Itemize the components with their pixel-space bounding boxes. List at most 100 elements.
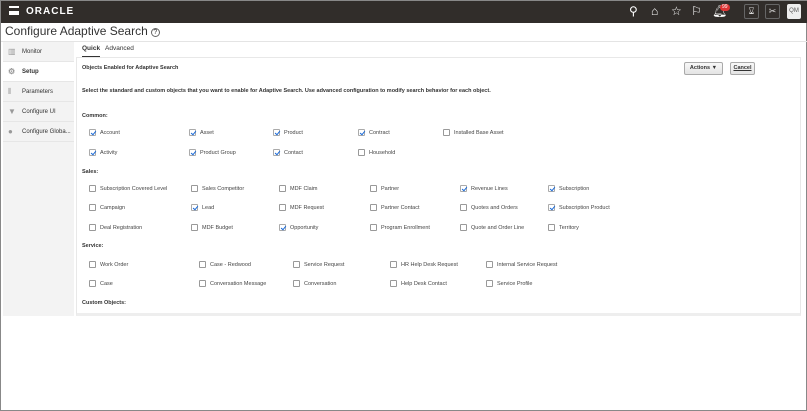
content-panel [76, 57, 801, 316]
checkbox-item[interactable]: MDF Request [279, 204, 324, 211]
checkbox-item[interactable]: Installed Base Asset [443, 129, 504, 136]
checkbox[interactable] [191, 185, 198, 192]
checkbox-item[interactable]: Internal Service Request [486, 261, 557, 268]
checkbox-checked[interactable] [89, 129, 96, 136]
checkbox-item[interactable]: Help Desk Contact [390, 280, 447, 287]
checkbox-item[interactable]: Contract [358, 129, 390, 136]
checkbox-item[interactable]: Product [273, 129, 303, 136]
checkbox-item[interactable]: MDF Claim [279, 185, 318, 192]
cancel-button[interactable]: Cancel [730, 62, 755, 75]
checkbox-item[interactable]: Opportunity [279, 224, 318, 231]
checkbox-label: Product [284, 129, 303, 136]
hourglass-icon[interactable]: ⌛︎ [744, 4, 759, 19]
checkbox-item[interactable]: Revenue Lines [460, 185, 508, 192]
sidebar-item-configure-globa-[interactable]: ● Configure Globa... [3, 122, 74, 142]
checkbox-item[interactable]: Service Profile [486, 280, 532, 287]
checkbox-item[interactable]: Quote and Order Line [460, 224, 524, 231]
checkbox-checked[interactable] [273, 129, 280, 136]
checkbox[interactable] [370, 204, 377, 211]
checkbox-checked[interactable] [89, 149, 96, 156]
help-icon[interactable]: ? [150, 28, 160, 37]
checkbox[interactable] [486, 280, 493, 287]
checkbox-checked[interactable] [358, 129, 365, 136]
checkbox-label: Asset [200, 129, 214, 136]
checkbox[interactable] [199, 280, 206, 287]
hamburger-menu-icon[interactable] [9, 6, 19, 15]
avatar[interactable]: QM [787, 4, 801, 19]
checkbox-item[interactable]: Household [358, 149, 395, 156]
checkbox-item[interactable]: Lead [191, 204, 214, 211]
checkbox[interactable] [460, 224, 467, 231]
checkbox-item[interactable]: Conversation [293, 280, 336, 287]
checkbox-checked[interactable] [189, 129, 196, 136]
checkbox[interactable] [279, 185, 286, 192]
checkbox-item[interactable]: Conversation Message [199, 280, 266, 287]
checkbox-item[interactable]: Case - Redwood [199, 261, 251, 268]
checkbox-label: Product Group [200, 149, 236, 156]
checkbox[interactable] [443, 129, 450, 136]
checkbox-item[interactable]: Campaign [89, 204, 125, 211]
search-icon[interactable]: ⚲ [629, 4, 638, 18]
checkbox-item[interactable]: Program Enrollment [370, 224, 430, 231]
checkbox[interactable] [89, 224, 96, 231]
checkbox-item[interactable]: Case [89, 280, 113, 287]
sidebar-item-setup[interactable]: ⚙ Setup [3, 62, 74, 82]
checkbox-label: Partner [381, 185, 400, 192]
checkbox[interactable] [460, 204, 467, 211]
checkbox-item[interactable]: Sales Competitor [191, 185, 244, 192]
checkbox-item[interactable]: Deal Registration [89, 224, 142, 231]
checkbox-item[interactable]: MDF Budget [191, 224, 233, 231]
actions-button[interactable]: Actions ▼ [684, 62, 723, 75]
checkbox[interactable] [89, 204, 96, 211]
checkbox-item[interactable]: Subscription [548, 185, 589, 192]
checkbox[interactable] [293, 261, 300, 268]
checkbox-checked[interactable] [279, 224, 286, 231]
sidebar-item-monitor[interactable]: ▥ Monitor [3, 42, 74, 62]
checkbox-item[interactable]: Activity [89, 149, 117, 156]
checkbox[interactable] [89, 280, 96, 287]
checkbox[interactable] [279, 204, 286, 211]
checkbox-checked[interactable] [460, 185, 467, 192]
checkbox-label: Program Enrollment [381, 224, 430, 231]
favorites-star-icon[interactable]: ☆ [671, 4, 682, 18]
checkbox[interactable] [89, 185, 96, 192]
flag-icon[interactable]: ⚐ [691, 4, 702, 18]
tools-icon[interactable]: ✂ [765, 4, 780, 19]
checkbox[interactable] [293, 280, 300, 287]
checkbox-item[interactable]: Partner Contact [370, 204, 420, 211]
checkbox-item[interactable]: Contact [273, 149, 303, 156]
checkbox-checked[interactable] [548, 185, 555, 192]
checkbox[interactable] [89, 261, 96, 268]
sidebar-item-parameters[interactable]: ⦀ Parameters [3, 82, 74, 102]
checkbox-label: Work Order [100, 261, 129, 268]
checkbox[interactable] [191, 224, 198, 231]
checkbox[interactable] [548, 224, 555, 231]
checkbox-checked[interactable] [189, 149, 196, 156]
checkbox-item[interactable]: Quotes and Orders [460, 204, 518, 211]
checkbox[interactable] [370, 224, 377, 231]
checkbox[interactable] [358, 149, 365, 156]
checkbox[interactable] [486, 261, 493, 268]
checkbox[interactable] [199, 261, 206, 268]
checkbox-checked[interactable] [273, 149, 280, 156]
tab-advanced[interactable]: Advanced [105, 45, 134, 52]
sidebar: ▥ Monitor ⚙ Setup ⦀ Parameters ▼ Configure UI ● C… [3, 42, 74, 316]
home-icon[interactable]: ⌂ [651, 4, 658, 18]
checkbox-checked[interactable] [548, 204, 555, 211]
checkbox-item[interactable]: Territory [548, 224, 579, 231]
sidebar-item-configure-ui[interactable]: ▼ Configure UI [3, 102, 74, 122]
checkbox-item[interactable]: Subscription Covered Level [89, 185, 167, 192]
checkbox-item[interactable]: Subscription Product [548, 204, 610, 211]
checkbox-item[interactable]: Account [89, 129, 120, 136]
checkbox[interactable] [390, 261, 397, 268]
checkbox-item[interactable]: Service Request [293, 261, 344, 268]
checkbox-checked[interactable] [191, 204, 198, 211]
checkbox-item[interactable]: Product Group [189, 149, 236, 156]
checkbox[interactable] [370, 185, 377, 192]
checkbox-label: Opportunity [290, 224, 319, 231]
checkbox-item[interactable]: HR Help Desk Request [390, 261, 458, 268]
checkbox-item[interactable]: Partner [370, 185, 399, 192]
checkbox[interactable] [390, 280, 397, 287]
checkbox-item[interactable]: Work Order [89, 261, 128, 268]
checkbox-item[interactable]: Asset [189, 129, 214, 136]
